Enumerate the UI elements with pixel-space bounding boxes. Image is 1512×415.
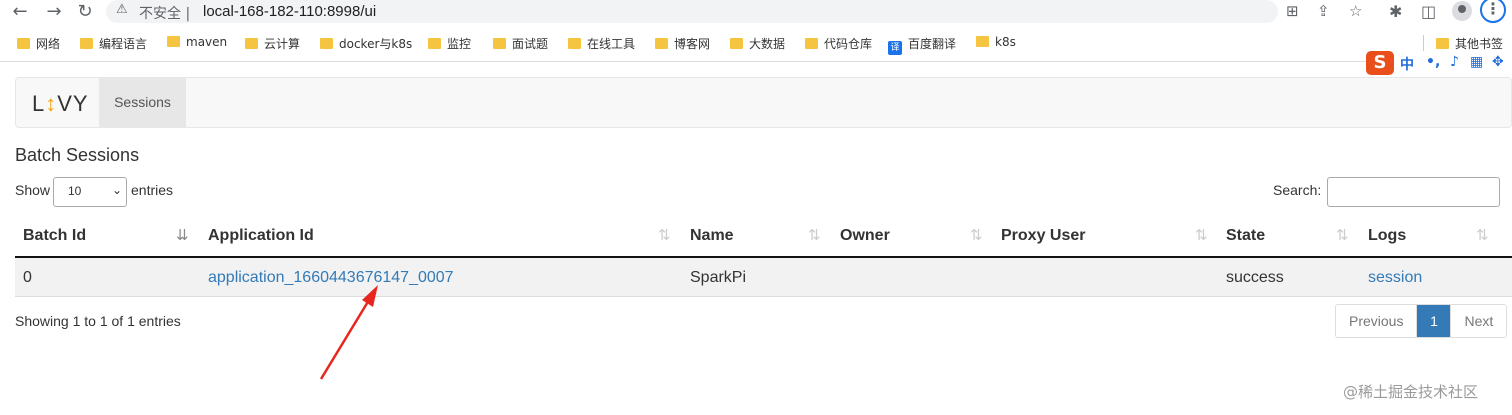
annotation-arrow-shaft <box>319 299 371 380</box>
annotation-arrow-head <box>362 285 378 307</box>
watermark: @稀土掘金技术社区 <box>1343 383 1479 401</box>
annotation-arrow <box>319 285 378 380</box>
